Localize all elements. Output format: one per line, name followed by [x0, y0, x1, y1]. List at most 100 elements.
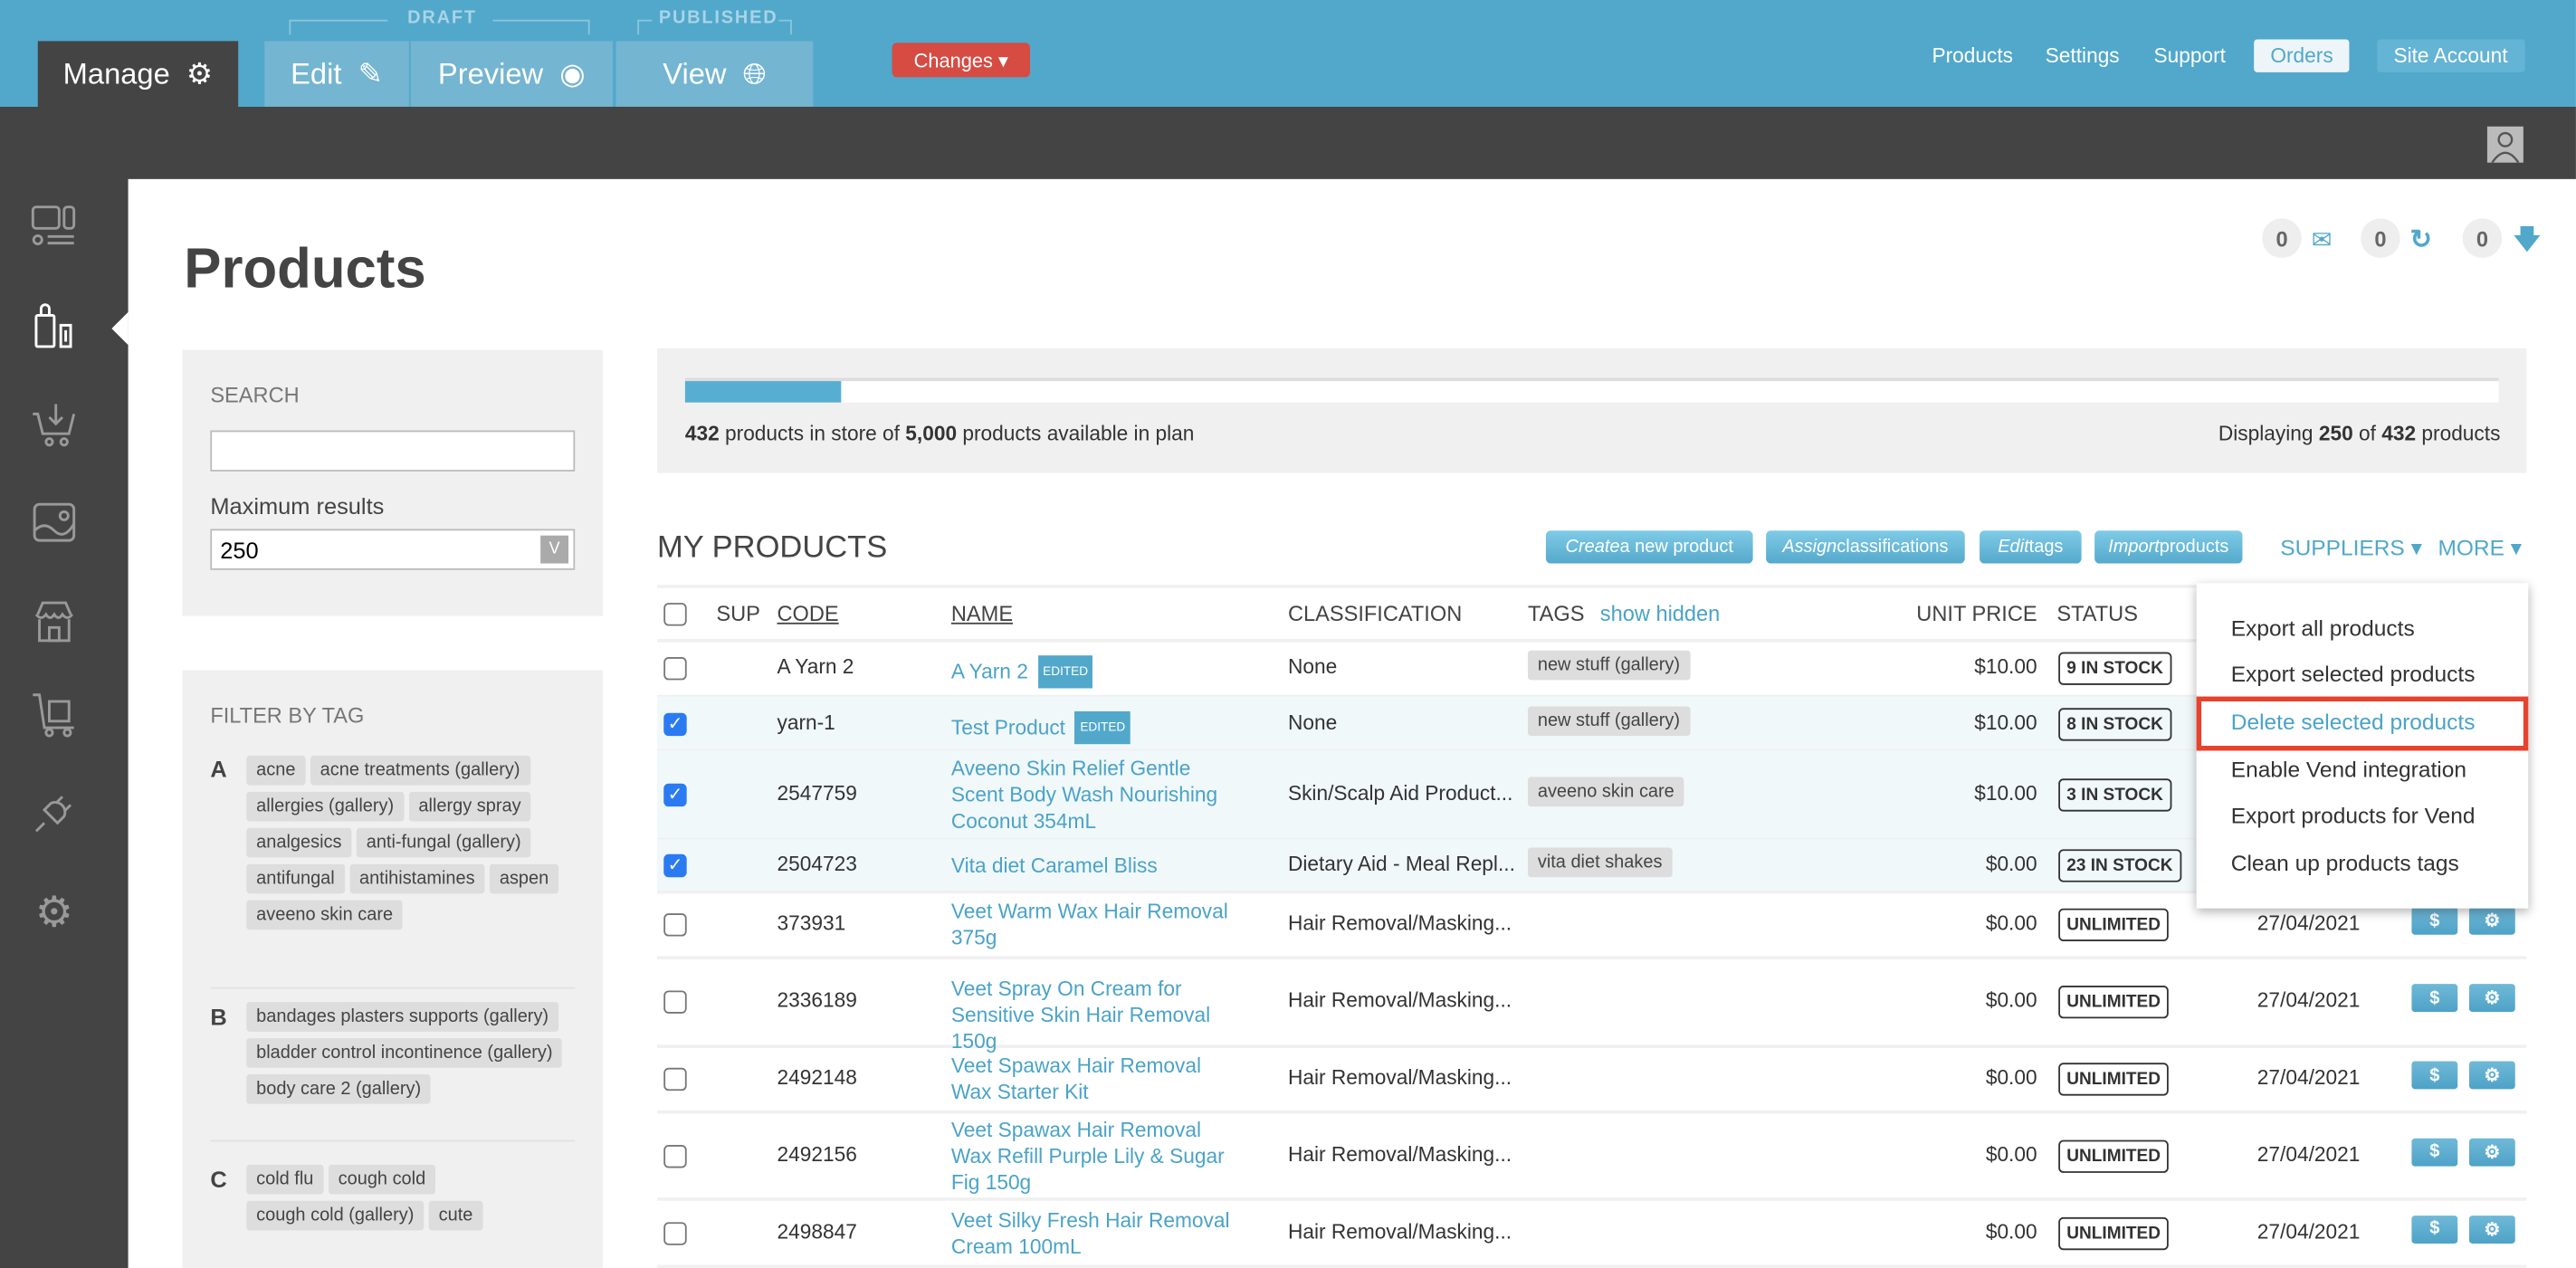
pricing-button[interactable]: $ — [2411, 906, 2458, 935]
search-input[interactable] — [210, 430, 576, 472]
product-name-link[interactable]: Veet Spray On Cream for Sensitive Skin H… — [951, 977, 1210, 1053]
image-icon[interactable] — [31, 500, 77, 546]
filter-tag[interactable]: antifungal — [246, 863, 345, 894]
product-name[interactable]: Aveeno Skin Relief Gentle Scent Body Was… — [951, 756, 1247, 834]
pricing-button[interactable]: $ — [2411, 984, 2458, 1013]
products-icon[interactable] — [31, 302, 77, 348]
refresh-icon[interactable]: ↻ — [2410, 224, 2432, 256]
menu-export-vend[interactable]: Export products for Vend — [2231, 804, 2476, 828]
product-tag[interactable]: aveeno skin care — [1527, 777, 1684, 807]
header-name[interactable]: NAME — [951, 601, 1013, 625]
product-name[interactable]: Veet Spray On Cream for Sensitive Skin H… — [951, 976, 1247, 1054]
settings-button[interactable]: ⚙ — [2468, 906, 2515, 935]
filter-tag[interactable]: bandages plasters supports (gallery) — [246, 1002, 558, 1032]
layout-icon[interactable] — [31, 204, 77, 250]
filter-tag[interactable]: body care 2 (gallery) — [246, 1074, 432, 1104]
row-checkbox[interactable] — [663, 1221, 687, 1244]
product-name[interactable]: Test Product EDITED — [951, 710, 1247, 744]
filter-tag[interactable]: antihistamines — [349, 863, 485, 894]
filter-tag[interactable]: aspen — [489, 863, 559, 894]
product-name[interactable]: Veet Spawax Hair Removal Wax Refill Purp… — [951, 1116, 1247, 1195]
row-checkbox[interactable]: ✓ — [663, 783, 687, 807]
row-checkbox[interactable] — [663, 1144, 687, 1168]
filter-tag[interactable]: bladder control incontinence (gallery) — [246, 1038, 563, 1068]
tab-manage[interactable]: Manage ⚙ — [37, 41, 239, 107]
product-name-link[interactable]: Veet Spawax Hair Removal Wax Starter Kit — [951, 1054, 1201, 1103]
product-name-link[interactable]: Veet Silky Fresh Hair Removal Cream 100m… — [951, 1208, 1230, 1257]
more-dropdown[interactable]: MORE ▾ — [2438, 536, 2522, 562]
product-tag[interactable]: new stuff (gallery) — [1527, 650, 1690, 681]
mail-icon[interactable]: ✉ — [2312, 225, 2333, 254]
orders-button[interactable]: Orders — [2254, 39, 2350, 72]
pricing-button[interactable]: $ — [2411, 1061, 2458, 1090]
tab-edit[interactable]: Edit ✎ — [264, 41, 409, 107]
filter-tag[interactable]: anti-fungal (gallery) — [356, 827, 531, 858]
product-name[interactable]: A Yarn 2 EDITED — [951, 655, 1247, 689]
filter-tag[interactable]: cough cold (gallery) — [246, 1200, 425, 1231]
cart-download-icon[interactable] — [31, 401, 77, 447]
refresh-count[interactable]: 0 — [2361, 218, 2400, 258]
header-code[interactable]: CODE — [777, 601, 838, 625]
filter-tag[interactable]: allergies (gallery) — [246, 791, 405, 822]
settings-button[interactable]: ⚙ — [2468, 984, 2515, 1013]
plugin-icon[interactable] — [31, 790, 77, 836]
pricing-button[interactable]: $ — [2411, 1137, 2458, 1166]
create-product-button[interactable]: Create a new product — [1545, 530, 1753, 564]
download-icon[interactable]: 🡇 — [2514, 222, 2541, 266]
suppliers-dropdown[interactable]: SUPPLIERS ▾ — [2280, 536, 2422, 562]
site-account-button[interactable]: Site Account — [2377, 39, 2524, 72]
product-name[interactable]: Veet Spawax Hair Removal Wax Starter Kit — [951, 1053, 1247, 1105]
product-name-link[interactable]: Aveeno Skin Relief Gentle Scent Body Was… — [951, 758, 1217, 833]
import-products-button[interactable]: Import products — [2094, 530, 2243, 564]
filter-tag[interactable]: cough cold — [328, 1164, 436, 1195]
filter-tag[interactable]: allergy spray — [408, 791, 531, 822]
nav-settings[interactable]: Settings — [2046, 44, 2120, 67]
product-name-link[interactable]: Vita diet Caramel Bliss — [951, 854, 1158, 877]
product-name-link[interactable]: Veet Warm Wax Hair Removal 375g — [951, 901, 1228, 949]
filter-tag[interactable]: acne — [246, 755, 306, 786]
menu-enable-vend[interactable]: Enable Vend integration — [2231, 758, 2466, 782]
settings-icon[interactable]: ⚙ — [31, 886, 77, 935]
assign-classifications-button[interactable]: Assign classifications — [1766, 530, 1965, 564]
row-checkbox[interactable]: ✓ — [663, 853, 687, 878]
filter-tag[interactable]: analgesics — [246, 827, 352, 858]
row-checkbox[interactable] — [663, 1067, 687, 1092]
messages-count[interactable]: 0 — [2262, 218, 2302, 258]
nav-products[interactable]: Products — [1932, 44, 2013, 67]
menu-export-selected[interactable]: Export selected products — [2231, 662, 2476, 686]
tab-view[interactable]: View 🌐︎ — [615, 41, 814, 107]
max-results-select[interactable]: 250 V — [210, 529, 576, 570]
filter-tag[interactable]: cute — [428, 1200, 483, 1231]
shipping-cart-icon[interactable] — [31, 691, 77, 738]
avatar[interactable] — [2486, 126, 2524, 163]
download-count[interactable]: 0 — [2462, 218, 2503, 258]
edit-tags-button[interactable]: Edit tags — [1980, 530, 2082, 564]
nav-support[interactable]: Support — [2153, 44, 2225, 67]
product-tag[interactable]: new stuff (gallery) — [1527, 705, 1690, 736]
product-name-link[interactable]: Test Product — [951, 715, 1065, 738]
product-name[interactable]: Vita diet Caramel Bliss — [951, 853, 1247, 879]
row-checkbox[interactable] — [663, 990, 687, 1014]
row-checkbox[interactable] — [663, 913, 687, 937]
row-checkbox[interactable]: ✓ — [663, 711, 687, 736]
product-name[interactable]: Veet Warm Wax Hair Removal 375g — [951, 899, 1247, 951]
row-checkbox[interactable] — [663, 657, 687, 681]
product-name-link[interactable]: Veet Spawax Hair Removal Wax Refill Purp… — [951, 1118, 1225, 1193]
menu-clean-up-tags[interactable]: Clean up products tags — [2231, 851, 2459, 875]
settings-button[interactable]: ⚙ — [2468, 1061, 2515, 1090]
show-hidden-link[interactable]: show hidden — [1600, 601, 1720, 625]
product-tag[interactable]: vita diet shakes — [1527, 847, 1673, 878]
filter-tag[interactable]: aveeno skin care — [246, 900, 403, 930]
pricing-button[interactable]: $ — [2411, 1215, 2458, 1244]
product-name[interactable]: Veet Silky Fresh Hair Removal Cream 100m… — [951, 1206, 1247, 1259]
filter-tag[interactable]: acne treatments (gallery) — [310, 755, 530, 786]
settings-button[interactable]: ⚙ — [2468, 1137, 2515, 1166]
filter-tag[interactable]: cold flu — [246, 1164, 324, 1195]
menu-export-all[interactable]: Export all products — [2231, 616, 2415, 641]
product-name-link[interactable]: A Yarn 2 — [951, 661, 1028, 683]
settings-button[interactable]: ⚙ — [2468, 1215, 2515, 1244]
changes-button[interactable]: Changes ▾ — [892, 43, 1031, 78]
select-all-checkbox[interactable] — [663, 603, 687, 626]
tab-preview[interactable]: Preview ◉ — [410, 41, 613, 107]
store-icon[interactable] — [31, 598, 77, 644]
